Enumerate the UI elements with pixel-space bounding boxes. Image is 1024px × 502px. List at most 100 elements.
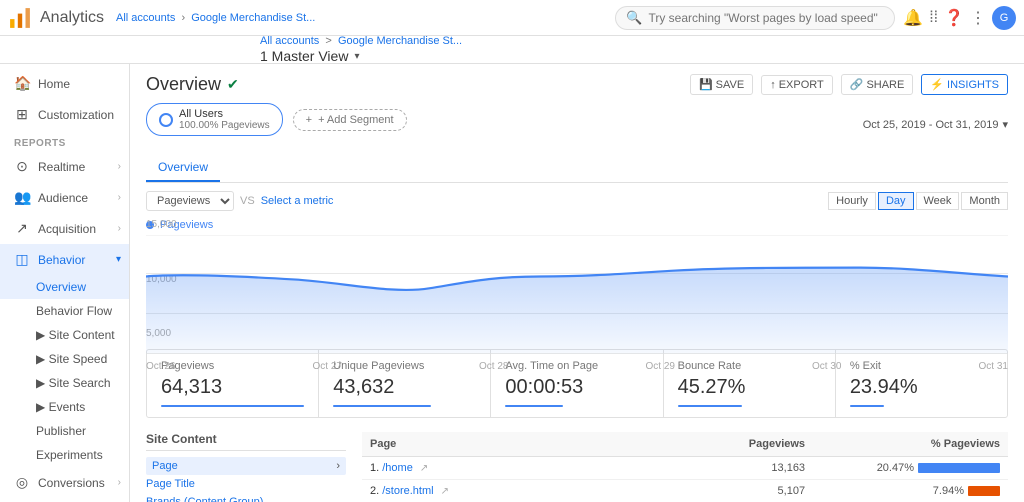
chevron-right-icon: ›: [118, 161, 121, 172]
x-label-oct31: Oct 31: [979, 361, 1008, 372]
arrow-icon-page: ›: [336, 460, 340, 472]
stat-bar: [678, 405, 742, 407]
add-segment-btn[interactable]: + + Add Segment: [293, 109, 407, 131]
sidebar-sub-experiments[interactable]: Experiments: [0, 443, 129, 467]
export-button[interactable]: ↑ EXPORT: [761, 75, 833, 95]
stat-bar: [850, 405, 884, 407]
pct-cell: 7.94%: [813, 480, 1008, 502]
page-cell: 2. /store.html ↗: [362, 480, 712, 502]
view-name: 1 Master View: [260, 48, 348, 64]
segment-all-users[interactable]: All Users 100.00% Pageviews: [146, 103, 283, 136]
sidebar-sub-overview[interactable]: Overview: [0, 275, 129, 299]
page-link[interactable]: /store.html: [382, 485, 433, 497]
realtime-icon: ⊙: [14, 158, 30, 175]
time-btn-day[interactable]: Day: [878, 192, 914, 210]
sidebar-item-home[interactable]: 🏠 Home: [0, 68, 129, 99]
audience-icon: 👥: [14, 189, 30, 206]
account-link[interactable]: Google Merchandise St...: [338, 35, 462, 47]
sidebar-label-audience: Audience: [38, 191, 88, 205]
apps-icon[interactable]: ⁞⁞: [929, 9, 938, 27]
sidebar-label-realtime: Realtime: [38, 160, 85, 174]
save-icon: 💾: [699, 78, 713, 91]
avatar[interactable]: G: [992, 6, 1016, 30]
view-dropdown-icon[interactable]: ▾: [354, 51, 359, 62]
tab-overview[interactable]: Overview: [146, 154, 220, 182]
sidebar-item-behavior[interactable]: ◫ Behavior ▾: [0, 244, 129, 275]
bell-icon[interactable]: 🔔: [903, 8, 923, 28]
vs-label: VS: [240, 195, 255, 207]
search-box: 🔍: [615, 6, 895, 30]
sidebar-item-acquisition[interactable]: ↗ Acquisition ›: [0, 213, 129, 244]
breadcrumb: All accounts › Google Merchandise St...: [116, 12, 607, 24]
sidebar-sub-site-search[interactable]: ▶ Site Search: [0, 371, 129, 395]
sidebar-item-audience[interactable]: 👥 Audience ›: [0, 182, 129, 213]
x-label-oct30: Oct 30: [812, 361, 841, 372]
table-row: 2. /store.html ↗ 5,107 7.94%: [362, 480, 1008, 502]
plus-icon: +: [306, 114, 312, 126]
sidebar-sub-publisher[interactable]: Publisher: [0, 419, 129, 443]
stat-value: 23.94%: [850, 376, 993, 399]
all-accounts-link[interactable]: All accounts: [260, 35, 319, 47]
breadcrumb-path: All accounts > Google Merchandise St...: [260, 35, 462, 47]
x-label-oct26: Oct 26: [146, 361, 175, 372]
pct-value: 20.47%: [877, 462, 914, 474]
time-btn-month[interactable]: Month: [961, 192, 1008, 210]
pageviews-cell: 13,163: [712, 457, 813, 480]
page-link[interactable]: /home: [382, 462, 413, 474]
sidebar-sub-site-speed[interactable]: ▶ Site Speed: [0, 347, 129, 371]
search-icon: 🔍: [626, 10, 642, 26]
col-pct-header[interactable]: % Pageviews: [813, 432, 1008, 457]
sidebar-item-customization[interactable]: ⊞ Customization: [0, 99, 129, 130]
page-cell: 1. /home ↗: [362, 457, 712, 480]
sidebar-item-conversions[interactable]: ◎ Conversions ›: [0, 467, 129, 498]
home-icon: 🏠: [14, 75, 30, 92]
chevron-right-icon-audience: ›: [118, 192, 121, 203]
more-icon[interactable]: ⋮: [970, 8, 986, 28]
insights-icon: ⚡: [930, 78, 944, 91]
y-label-1: 15,000: [146, 219, 186, 230]
view-selector[interactable]: All accounts > Google Merchandise St... …: [260, 35, 462, 64]
primary-metric-select[interactable]: Pageviews: [146, 191, 234, 211]
insights-button[interactable]: ⚡ INSIGHTS: [921, 74, 1008, 95]
breadcrumb-all-accounts[interactable]: All accounts: [116, 12, 175, 24]
left-nav-item-brands[interactable]: Brands (Content Group): [146, 493, 346, 502]
pct-value: 7.94%: [933, 485, 964, 497]
sidebar-sub-site-content[interactable]: ▶ Site Content: [0, 323, 129, 347]
date-range-text: Oct 25, 2019 - Oct 31, 2019: [863, 119, 999, 131]
verified-icon: ✔: [227, 76, 239, 93]
left-nav-group-page: Page › Page Title Brands (Content Group)…: [146, 457, 346, 502]
time-btn-hourly[interactable]: Hourly: [828, 192, 876, 210]
time-btn-week[interactable]: Week: [916, 192, 960, 210]
external-link-icon[interactable]: ↗: [441, 486, 449, 497]
app-title: Analytics: [40, 9, 104, 27]
stat-value: 00:00:53: [505, 376, 648, 399]
acquisition-icon: ↗: [14, 220, 30, 237]
mini-bar: [968, 486, 1000, 496]
breadcrumb-account[interactable]: Google Merchandise St...: [191, 12, 315, 24]
chevron-right-icon-acquisition: ›: [118, 223, 121, 234]
top-icons: 🔔 ⁞⁞ ❓ ⋮ G: [903, 6, 1016, 30]
customization-icon: ⊞: [14, 106, 30, 123]
sidebar-item-realtime[interactable]: ⊙ Realtime ›: [0, 151, 129, 182]
save-button[interactable]: 💾 SAVE: [690, 74, 753, 95]
external-link-icon[interactable]: ↗: [420, 463, 428, 474]
sidebar-label-customization: Customization: [38, 108, 114, 122]
stat-value: 43,632: [333, 376, 476, 399]
chevron-down-icon-behavior: ▾: [116, 254, 121, 265]
date-range[interactable]: Oct 25, 2019 - Oct 31, 2019 ▾: [863, 118, 1008, 131]
sidebar-sub-events[interactable]: ▶ Events: [0, 395, 129, 419]
left-nav-item-page[interactable]: Page ›: [146, 457, 346, 475]
x-label-oct28: Oct 28: [479, 361, 508, 372]
share-button[interactable]: 🔗 SHARE: [841, 74, 914, 95]
sidebar-label-acquisition: Acquisition: [38, 222, 96, 236]
help-icon[interactable]: ❓: [944, 8, 964, 28]
x-label-oct29: Oct 29: [646, 361, 675, 372]
select-metric-link[interactable]: Select a metric: [261, 195, 334, 207]
search-input[interactable]: [648, 11, 884, 25]
stat-bar: [333, 405, 430, 407]
col-pageviews-header[interactable]: Pageviews: [712, 432, 813, 457]
sidebar-sub-behavior-flow[interactable]: Behavior Flow: [0, 299, 129, 323]
add-segment-label: + Add Segment: [318, 114, 394, 126]
left-nav-item-page-title[interactable]: Page Title: [146, 475, 346, 493]
chevron-right-icon-conv: ›: [118, 477, 121, 488]
